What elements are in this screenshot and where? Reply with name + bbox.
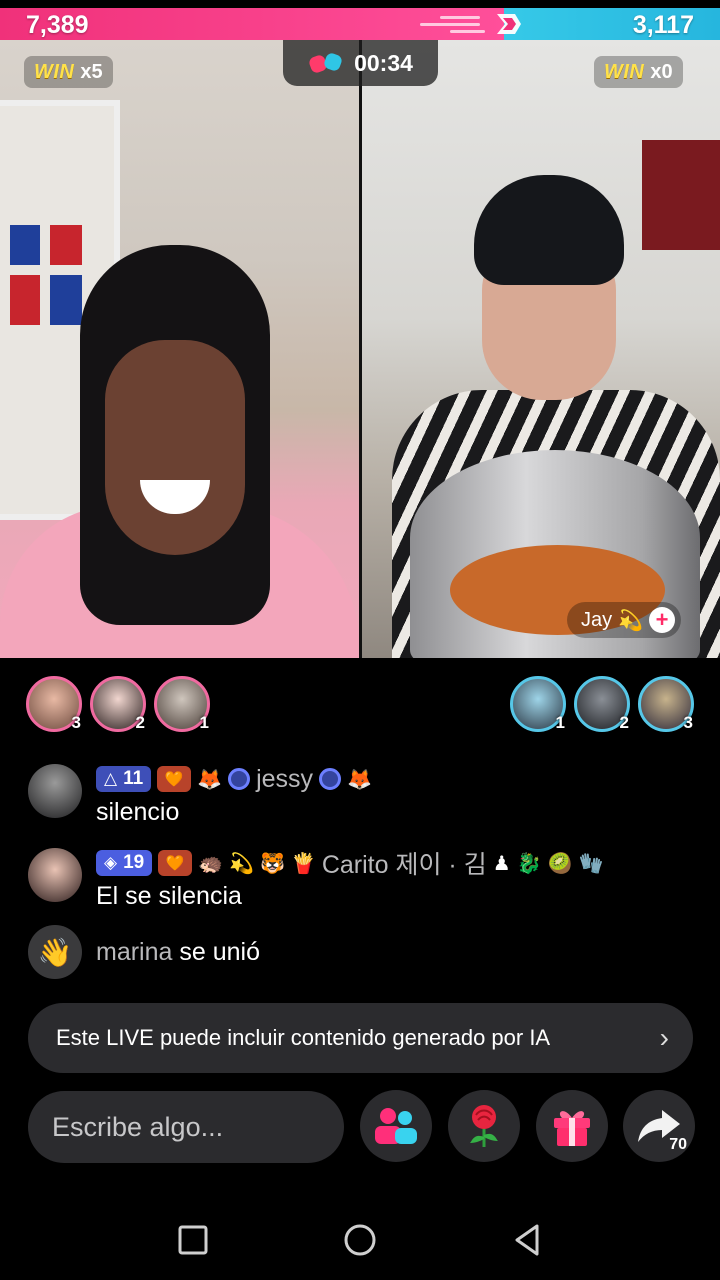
fox-icon: 🦊 (347, 768, 372, 791)
people-icon (375, 1108, 417, 1144)
join-username[interactable]: marina (96, 938, 172, 966)
avatar[interactable] (28, 764, 82, 818)
host-name-tag[interactable]: Jay 💫 + (567, 602, 682, 638)
timer-text: 00:34 (354, 49, 413, 76)
home-icon[interactable] (342, 1222, 378, 1258)
battle-score-bar: 7,389 3,117 (0, 8, 720, 40)
battle-gloves-icon (309, 53, 342, 73)
left-score-fill: 7,389 (0, 8, 504, 40)
gift-button[interactable] (536, 1090, 608, 1162)
recent-apps-icon[interactable] (177, 1224, 209, 1256)
right-win-streak: WIN x0 (594, 56, 683, 88)
join-text: se unió (179, 937, 260, 966)
rose-gift-button[interactable] (448, 1090, 520, 1162)
diamond-icon: ◈ (104, 853, 118, 872)
system-navigation-bar (0, 1200, 720, 1280)
hedgehog-icon: 🦔 (198, 852, 224, 875)
share-count: 70 (669, 1136, 687, 1153)
rose-icon (470, 1105, 498, 1147)
supporter-avatar[interactable]: 3 (26, 676, 82, 732)
supporter-rank: 1 (199, 713, 209, 732)
chess-pawn-icon: ♟ (492, 852, 511, 875)
win-count: x5 (80, 60, 103, 83)
gift-icon (554, 1111, 590, 1146)
chevron-right-icon: › (659, 1022, 669, 1053)
supporter-rank: 2 (619, 713, 629, 732)
left-top-supporters: 3 2 1 (26, 676, 210, 732)
battle-spark-icon (497, 14, 521, 34)
comment-input[interactable] (28, 1091, 344, 1163)
supporter-rank: 2 (135, 713, 145, 732)
chat-message-text: silencio (96, 798, 180, 826)
win-label: WIN (604, 60, 645, 83)
tiger-icon: 🐯 (260, 852, 285, 875)
chat-username[interactable]: Carito 제이 · 김 (322, 845, 487, 881)
gift-badge: 🧡 (158, 850, 193, 876)
supporter-rank: 3 (71, 713, 81, 732)
gloves-icon: 🧤 (578, 852, 604, 875)
supporter-avatar[interactable]: 2 (90, 676, 146, 732)
chat-username[interactable]: jessy (256, 765, 313, 794)
right-top-supporters: 1 2 3 (510, 676, 694, 732)
chat-message[interactable]: ◈ 19 🧡 🦔 💫 🐯 🍟 Carito 제이 · 김 ♟ 🐉 🥝 🧤 El … (28, 848, 603, 911)
right-host-video[interactable] (362, 40, 720, 658)
supporter-rank: 3 (683, 713, 693, 732)
triangle-icon: △ (104, 769, 118, 788)
avatar[interactable] (28, 848, 82, 902)
left-host-video[interactable] (0, 40, 359, 658)
flag-decoration (10, 225, 82, 325)
supporter-avatar[interactable]: 3 (638, 676, 694, 732)
level-badge: △ 11 (96, 766, 152, 792)
battle-timer: 00:34 (283, 40, 438, 86)
supporter-avatar[interactable]: 1 (510, 676, 566, 732)
kiwi-icon: 🥝 (547, 852, 573, 875)
ring-icon (319, 768, 342, 790)
ring-icon (228, 768, 251, 790)
guests-button[interactable] (360, 1090, 432, 1162)
supporter-rank: 1 (555, 713, 565, 732)
dragon-icon: 🐉 (516, 852, 542, 875)
ai-notice-text: Este LIVE puede incluir contenido genera… (56, 1025, 551, 1050)
win-label: WIN (34, 60, 75, 83)
level-badge: ◈ 19 (96, 850, 153, 876)
right-score-fill: 3,117 (504, 8, 720, 40)
host-name: Jay (581, 608, 613, 631)
fries-icon: 🍟 (290, 852, 316, 875)
gift-badge: 🧡 (157, 766, 192, 792)
share-button[interactable]: 70 (623, 1090, 695, 1162)
wave-hand-icon: 👋 (28, 925, 82, 979)
back-icon[interactable] (511, 1223, 543, 1257)
join-notice: 👋 marina se unió (28, 925, 260, 979)
right-score: 3,117 (632, 11, 694, 39)
supporter-avatar[interactable]: 2 (574, 676, 630, 732)
left-win-streak: WIN x5 (24, 56, 113, 88)
host-emoji: 💫 (618, 609, 644, 632)
fox-icon: 🦊 (197, 768, 223, 791)
level-number: 19 (123, 852, 145, 873)
level-number: 11 (123, 768, 144, 789)
left-score: 7,389 (26, 11, 89, 39)
win-count: x0 (650, 60, 673, 83)
plus-icon[interactable]: + (649, 607, 676, 633)
chat-message[interactable]: △ 11 🧡 🦊 jessy 🦊 silencio (28, 764, 372, 827)
chat-message-text: El se silencia (96, 882, 242, 910)
supporter-avatar[interactable]: 1 (154, 676, 210, 732)
ai-content-notice[interactable]: Este LIVE puede incluir contenido genera… (28, 1003, 693, 1073)
comet-icon: 💫 (229, 852, 255, 875)
